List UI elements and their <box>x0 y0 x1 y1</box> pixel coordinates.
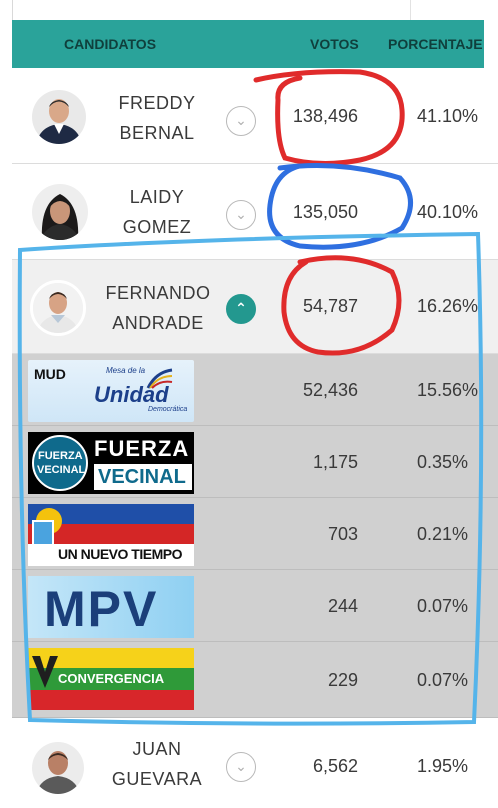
votes-value: 135,050 <box>292 202 358 222</box>
candidate-row[interactable]: JUAN GUEVARA ⌄ 6,562 1.95% <box>12 718 498 808</box>
header-votes: VOTOS <box>310 36 359 52</box>
party-row: MUD Mesa de la Unidad Democrática 52,436… <box>12 354 498 426</box>
votes-value: 52,436 <box>302 380 358 400</box>
mud-logo: MUD Mesa de la Unidad Democrática <box>28 360 194 422</box>
header-candidates: CANDIDATOS <box>64 36 157 52</box>
percentage-value: 0.21% <box>417 524 469 544</box>
percentage-value: 0.35% <box>417 452 469 472</box>
party-row: UN NUEVO TIEMPO 703 0.21% <box>12 498 498 570</box>
avatar <box>32 742 84 794</box>
party-row: MPV 244 0.07% <box>12 570 498 642</box>
percentage-value: 1.95% <box>417 756 469 776</box>
votes-value: 229 <box>327 670 358 690</box>
votes-value: 6,562 <box>312 756 358 776</box>
fuerza-vecinal-logo: FUERZA VECINAL FUERZA VECINAL <box>28 432 194 494</box>
candidate-name: FERNANDO ANDRADE <box>105 283 211 333</box>
candidate-row[interactable]: FREDDY BERNAL ⌄ 138,496 41.10% <box>12 68 498 164</box>
votes-value: 138,496 <box>292 106 358 126</box>
candidate-name: JUAN GUEVARA <box>111 739 203 789</box>
avatar <box>30 280 86 336</box>
percentage-value: 16.26% <box>417 296 479 316</box>
party-row: FUERZA VECINAL FUERZA VECINAL 1,175 0.35… <box>12 426 498 498</box>
convergencia-logo: CONVERGENCIA <box>28 648 194 710</box>
party-row: CONVERGENCIA 229 0.07% <box>12 642 498 718</box>
votes-value: 1,175 <box>312 452 358 472</box>
candidate-name: FREDDY BERNAL <box>118 93 196 143</box>
avatar <box>32 184 88 240</box>
votes-value: 244 <box>327 596 358 616</box>
percentage-value: 15.56% <box>417 380 479 400</box>
candidate-row-expanded[interactable]: FERNANDO ANDRADE ⌃ 54,787 16.26% <box>12 260 498 354</box>
percentage-value: 0.07% <box>417 670 469 690</box>
percentage-value: 40.10% <box>417 202 479 222</box>
candidate-name: LAIDY GOMEZ <box>122 187 192 237</box>
header-percentage: PORCENTAJE <box>388 36 483 52</box>
votes-value: 54,787 <box>302 296 358 316</box>
percentage-value: 41.10% <box>417 106 479 126</box>
votes-value: 703 <box>327 524 358 544</box>
table-header: CANDIDATOS VOTOS PORCENTAJE <box>12 20 484 68</box>
un-nuevo-tiempo-logo: UN NUEVO TIEMPO <box>28 504 194 566</box>
results-table: CANDIDATOS VOTOS PORCENTAJE FREDDY BERNA… <box>0 0 498 808</box>
percentage-value: 0.07% <box>417 596 469 616</box>
avatar <box>32 90 86 144</box>
mpv-logo: MPV <box>28 576 194 638</box>
candidate-row[interactable]: LAIDY GOMEZ ⌄ 135,050 40.10% <box>12 164 498 260</box>
